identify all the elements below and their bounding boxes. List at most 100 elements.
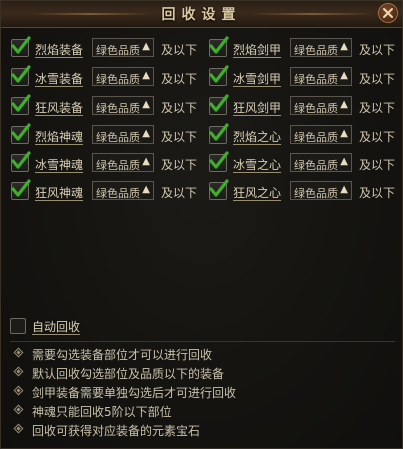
quality-value: 绿色品质 bbox=[294, 44, 338, 57]
quality-dropdown[interactable]: 绿色品质 ▲ bbox=[92, 125, 154, 144]
item-checkbox[interactable] bbox=[209, 65, 229, 86]
dropdown-arrow-icon: ▲ bbox=[340, 99, 348, 110]
quality-dropdown[interactable]: 绿色品质 ▲ bbox=[290, 125, 352, 144]
recycle-settings-window: 回收设置 烈焰装备 绿色品质 ▲ 及以下 烈焰剑甲 绿色品质 ▲ 及以下 冰雪装备 绿色品质 ▲ 及以… bbox=[0, 0, 403, 449]
item-label[interactable]: 烈焰剑甲 bbox=[233, 41, 281, 58]
quality-value: 绿色品质 bbox=[96, 131, 140, 144]
checkmark-icon bbox=[209, 151, 229, 169]
note-text: 需要勾选装备部位才可以进行回收 bbox=[32, 348, 213, 362]
title-bar: 回收设置 bbox=[1, 1, 402, 28]
checkmark-icon bbox=[11, 94, 31, 112]
window-title: 回收设置 bbox=[161, 7, 242, 23]
quality-value: 绿色品质 bbox=[294, 159, 338, 172]
checkmark-icon bbox=[209, 94, 229, 112]
quality-suffix: 及以下 bbox=[359, 43, 396, 57]
quality-suffix: 及以下 bbox=[359, 101, 396, 115]
checkmark-icon bbox=[11, 179, 31, 197]
item-checkbox[interactable] bbox=[11, 36, 31, 57]
quality-suffix: 及以下 bbox=[161, 101, 198, 115]
quality-value: 绿色品质 bbox=[96, 102, 140, 115]
item-checkbox[interactable] bbox=[11, 94, 31, 115]
dropdown-arrow-icon: ▲ bbox=[142, 41, 150, 52]
quality-dropdown[interactable]: 绿色品质 ▲ bbox=[92, 96, 154, 115]
item-checkbox[interactable] bbox=[11, 179, 31, 200]
quality-suffix: 及以下 bbox=[161, 72, 198, 86]
quality-suffix: 及以下 bbox=[359, 72, 396, 86]
item-label[interactable]: 狂风剑甲 bbox=[233, 99, 281, 116]
quality-dropdown[interactable]: 绿色品质 ▲ bbox=[290, 153, 352, 172]
quality-suffix: 及以下 bbox=[161, 130, 198, 144]
quality-value: 绿色品质 bbox=[96, 44, 140, 57]
dropdown-arrow-icon: ▲ bbox=[340, 184, 348, 195]
item-label[interactable]: 冰雪之心 bbox=[233, 156, 281, 173]
item-checkbox[interactable] bbox=[11, 123, 31, 144]
diamond-bullet-icon bbox=[13, 385, 24, 396]
quality-suffix: 及以下 bbox=[161, 43, 198, 57]
item-label[interactable]: 烈焰之心 bbox=[233, 128, 281, 145]
item-label[interactable]: 冰雪剑甲 bbox=[233, 70, 281, 87]
quality-value: 绿色品质 bbox=[294, 73, 338, 86]
quality-dropdown[interactable]: 绿色品质 ▲ bbox=[92, 67, 154, 86]
quality-dropdown[interactable]: 绿色品质 ▲ bbox=[290, 181, 352, 200]
note-text: 神魂只能回收5阶以下部位 bbox=[32, 405, 172, 419]
quality-value: 绿色品质 bbox=[294, 187, 338, 200]
dropdown-arrow-icon: ▲ bbox=[142, 184, 150, 195]
dropdown-arrow-icon: ▲ bbox=[142, 70, 150, 81]
item-label[interactable]: 烈焰神魂 bbox=[35, 128, 83, 145]
item-checkbox[interactable] bbox=[209, 151, 229, 172]
item-checkbox[interactable] bbox=[209, 123, 229, 144]
quality-dropdown[interactable]: 绿色品质 ▲ bbox=[92, 153, 154, 172]
checkmark-icon bbox=[11, 65, 31, 83]
diamond-bullet-icon bbox=[13, 347, 24, 358]
dropdown-arrow-icon: ▲ bbox=[340, 41, 348, 52]
quality-suffix: 及以下 bbox=[359, 186, 396, 200]
checkmark-icon bbox=[209, 179, 229, 197]
quality-dropdown[interactable]: 绿色品质 ▲ bbox=[290, 96, 352, 115]
quality-suffix: 及以下 bbox=[359, 158, 396, 172]
note-text: 剑甲装备需要单独勾选后才可进行回收 bbox=[32, 386, 237, 400]
item-label[interactable]: 冰雪装备 bbox=[35, 70, 83, 87]
item-label[interactable]: 狂风之心 bbox=[233, 184, 281, 201]
item-label[interactable]: 烈焰装备 bbox=[35, 41, 83, 58]
quality-dropdown[interactable]: 绿色品质 ▲ bbox=[92, 181, 154, 200]
quality-dropdown[interactable]: 绿色品质 ▲ bbox=[290, 38, 352, 57]
diamond-bullet-icon bbox=[13, 366, 24, 377]
item-checkbox[interactable] bbox=[209, 94, 229, 115]
quality-suffix: 及以下 bbox=[161, 186, 198, 200]
item-label[interactable]: 冰雪神魂 bbox=[35, 156, 83, 173]
dropdown-arrow-icon: ▲ bbox=[340, 70, 348, 81]
checkmark-icon bbox=[11, 151, 31, 169]
quality-dropdown[interactable]: 绿色品质 ▲ bbox=[92, 38, 154, 57]
quality-suffix: 及以下 bbox=[161, 158, 198, 172]
dropdown-arrow-icon: ▲ bbox=[142, 99, 150, 110]
item-checkbox[interactable] bbox=[209, 179, 229, 200]
quality-value: 绿色品质 bbox=[96, 73, 140, 86]
dropdown-arrow-icon: ▲ bbox=[340, 128, 348, 139]
quality-value: 绿色品质 bbox=[96, 159, 140, 172]
auto-recycle-label[interactable]: 自动回收 bbox=[32, 318, 80, 335]
quality-value: 绿色品质 bbox=[294, 131, 338, 144]
auto-recycle-checkbox[interactable] bbox=[10, 318, 26, 334]
quality-dropdown[interactable]: 绿色品质 ▲ bbox=[290, 67, 352, 86]
quality-value: 绿色品质 bbox=[294, 102, 338, 115]
quality-suffix: 及以下 bbox=[359, 130, 396, 144]
diamond-bullet-icon bbox=[13, 404, 24, 415]
dropdown-arrow-icon: ▲ bbox=[142, 128, 150, 139]
divider bbox=[10, 341, 395, 342]
item-label[interactable]: 狂风神魂 bbox=[35, 184, 83, 201]
close-button[interactable] bbox=[378, 3, 398, 23]
checkmark-icon bbox=[209, 123, 229, 141]
dropdown-arrow-icon: ▲ bbox=[142, 156, 150, 167]
item-checkbox[interactable] bbox=[11, 151, 31, 172]
checkmark-icon bbox=[11, 123, 31, 141]
item-label[interactable]: 狂风装备 bbox=[35, 99, 83, 116]
checkmark-icon bbox=[209, 36, 229, 54]
note-text: 回收可获得对应装备的元素宝石 bbox=[32, 424, 201, 438]
item-checkbox[interactable] bbox=[209, 36, 229, 57]
item-checkbox[interactable] bbox=[11, 65, 31, 86]
checkmark-icon bbox=[209, 65, 229, 83]
note-text: 默认回收勾选部位及品质以下的装备 bbox=[32, 367, 225, 381]
quality-value: 绿色品质 bbox=[96, 187, 140, 200]
diamond-bullet-icon bbox=[13, 423, 24, 434]
dropdown-arrow-icon: ▲ bbox=[340, 156, 348, 167]
